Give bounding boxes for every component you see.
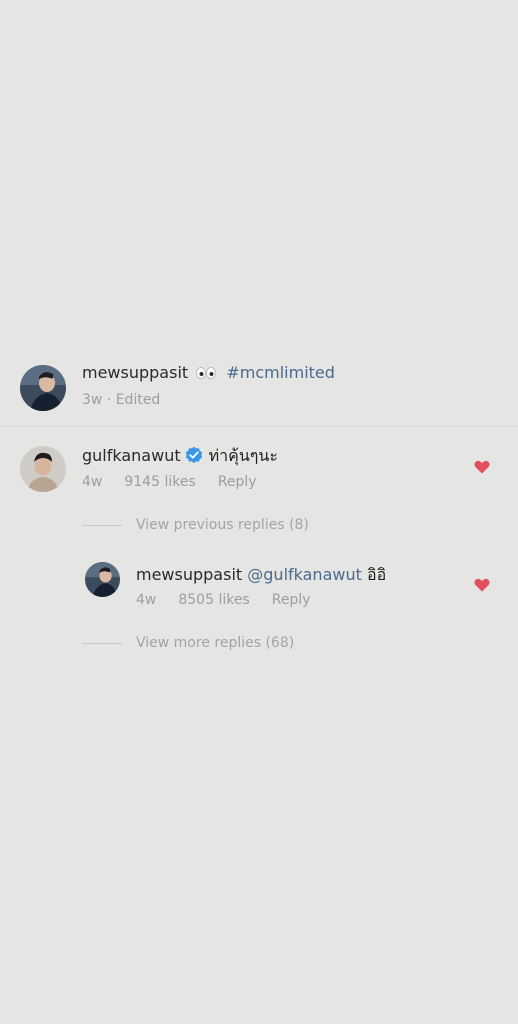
comment-time: 4w [82,474,103,490]
view-more-line [82,643,122,644]
view-more-replies[interactable]: View more replies (68) [136,635,294,651]
reply-time: 4w [136,592,157,608]
caption-meta: 3w · Edited [82,392,161,408]
comment-meta: 4w 9145 likes Reply [82,474,279,490]
comment-likes[interactable]: 9145 likes [124,474,195,490]
reply-meta: 4w 8505 likes Reply [136,592,333,608]
reply-avatar[interactable] [85,562,120,597]
reply-text: mewsuppasit @gulfkanawut อิอิ [136,563,386,588]
caption-username[interactable]: mewsuppasit [82,363,188,382]
comment-text: gulfkanawut ท่าคุ้นๆนะ [82,444,278,469]
comment-avatar[interactable] [20,446,66,492]
view-previous-replies[interactable]: View previous replies (8) [136,517,309,533]
eyes-emoji-icon [195,364,217,383]
caption-hashtag[interactable]: #mcmlimited [226,363,335,382]
comment-reply-button[interactable]: Reply [218,474,257,490]
reply-like-heart-icon[interactable] [474,577,490,592]
caption-divider [0,426,518,427]
comment-username[interactable]: gulfkanawut [82,446,181,465]
comment-like-heart-icon[interactable] [474,459,490,474]
reply-reply-button[interactable]: Reply [272,592,311,608]
view-previous-line [82,525,122,526]
verified-badge-icon [185,446,203,468]
caption-avatar[interactable] [20,365,66,411]
comment-body: ท่าคุ้นๆนะ [208,446,278,465]
reply-mention[interactable]: @gulfkanawut [247,565,362,584]
reply-body: อิอิ [366,565,387,584]
caption-text: mewsuppasit #mcmlimited [82,363,335,383]
reply-likes[interactable]: 8505 likes [178,592,249,608]
comments-screen: mewsuppasit #mcmlimited 3w · Edited gulf… [0,0,518,1024]
reply-username[interactable]: mewsuppasit [136,565,242,584]
